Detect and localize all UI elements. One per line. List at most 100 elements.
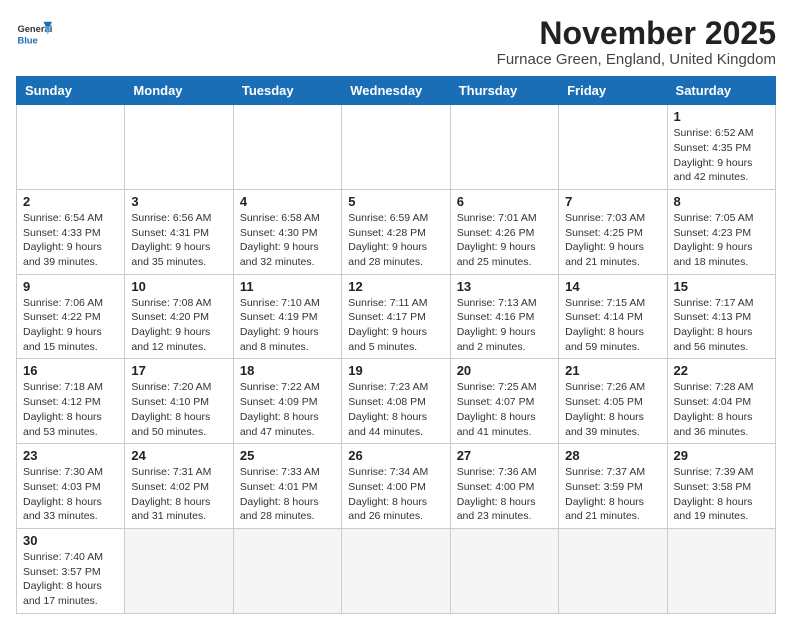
weekday-header-sunday: Sunday bbox=[17, 77, 125, 105]
day-info: Sunrise: 7:34 AM Sunset: 4:00 PM Dayligh… bbox=[348, 465, 443, 524]
calendar-cell: 22 Sunrise: 7:28 AM Sunset: 4:04 PM Dayli… bbox=[667, 359, 775, 444]
title-area: November 2025 Furnace Green, England, Un… bbox=[497, 16, 776, 68]
calendar-cell bbox=[559, 105, 667, 190]
day-number: 6 bbox=[457, 194, 552, 209]
calendar-cell bbox=[17, 105, 125, 190]
day-number: 2 bbox=[23, 194, 118, 209]
calendar-cell: 12 Sunrise: 7:11 AM Sunset: 4:17 PM Dayli… bbox=[342, 274, 450, 359]
day-number: 28 bbox=[565, 448, 660, 463]
day-info: Sunrise: 7:08 AM Sunset: 4:20 PM Dayligh… bbox=[131, 296, 226, 355]
day-info: Sunrise: 7:31 AM Sunset: 4:02 PM Dayligh… bbox=[131, 465, 226, 524]
day-info: Sunrise: 6:59 AM Sunset: 4:28 PM Dayligh… bbox=[348, 211, 443, 270]
calendar-cell bbox=[342, 528, 450, 613]
calendar-cell: 23 Sunrise: 7:30 AM Sunset: 4:03 PM Dayli… bbox=[17, 444, 125, 529]
day-number: 13 bbox=[457, 279, 552, 294]
day-number: 7 bbox=[565, 194, 660, 209]
day-number: 24 bbox=[131, 448, 226, 463]
calendar-cell: 26Sunrise: 7:34 AM Sunset: 4:00 PM Dayli… bbox=[342, 444, 450, 529]
weekday-header-row: SundayMondayTuesdayWednesdayThursdayFrid… bbox=[17, 77, 776, 105]
day-info: Sunrise: 7:11 AM Sunset: 4:17 PM Dayligh… bbox=[348, 296, 443, 355]
day-number: 3 bbox=[131, 194, 226, 209]
calendar-cell: 10 Sunrise: 7:08 AM Sunset: 4:20 PM Dayli… bbox=[125, 274, 233, 359]
day-number: 8 bbox=[674, 194, 769, 209]
day-info: Sunrise: 7:18 AM Sunset: 4:12 PM Dayligh… bbox=[23, 380, 118, 439]
calendar-week-row: 1 Sunrise: 6:52 AM Sunset: 4:35 PM Daylig… bbox=[17, 105, 776, 190]
calendar-week-row: 16 Sunrise: 7:18 AM Sunset: 4:12 PM Dayli… bbox=[17, 359, 776, 444]
day-number: 21 bbox=[565, 363, 660, 378]
location-subtitle: Furnace Green, England, United Kingdom bbox=[497, 51, 776, 68]
calendar-cell: 2 Sunrise: 6:54 AM Sunset: 4:33 PM Daylig… bbox=[17, 189, 125, 274]
day-info: Sunrise: 7:06 AM Sunset: 4:22 PM Dayligh… bbox=[23, 296, 118, 355]
day-info: Sunrise: 7:28 AM Sunset: 4:04 PM Dayligh… bbox=[674, 380, 769, 439]
day-info: Sunrise: 7:40 AM Sunset: 3:57 PM Dayligh… bbox=[23, 550, 118, 609]
calendar-cell bbox=[233, 528, 341, 613]
day-number: 12 bbox=[348, 279, 443, 294]
day-info: Sunrise: 7:03 AM Sunset: 4:25 PM Dayligh… bbox=[565, 211, 660, 270]
day-info: Sunrise: 7:05 AM Sunset: 4:23 PM Dayligh… bbox=[674, 211, 769, 270]
day-number: 16 bbox=[23, 363, 118, 378]
day-number: 29 bbox=[674, 448, 769, 463]
calendar-cell: 6 Sunrise: 7:01 AM Sunset: 4:26 PM Daylig… bbox=[450, 189, 558, 274]
day-number: 10 bbox=[131, 279, 226, 294]
day-number: 11 bbox=[240, 279, 335, 294]
calendar-cell: 21 Sunrise: 7:26 AM Sunset: 4:05 PM Dayli… bbox=[559, 359, 667, 444]
calendar-cell bbox=[125, 528, 233, 613]
calendar-cell: 14 Sunrise: 7:15 AM Sunset: 4:14 PM Dayli… bbox=[559, 274, 667, 359]
calendar-cell: 25Sunrise: 7:33 AM Sunset: 4:01 PM Dayli… bbox=[233, 444, 341, 529]
calendar-cell: 5 Sunrise: 6:59 AM Sunset: 4:28 PM Daylig… bbox=[342, 189, 450, 274]
day-info: Sunrise: 7:10 AM Sunset: 4:19 PM Dayligh… bbox=[240, 296, 335, 355]
calendar-week-row: 30 Sunrise: 7:40 AM Sunset: 3:57 PM Dayli… bbox=[17, 528, 776, 613]
day-info: Sunrise: 7:25 AM Sunset: 4:07 PM Dayligh… bbox=[457, 380, 552, 439]
weekday-header-wednesday: Wednesday bbox=[342, 77, 450, 105]
weekday-header-saturday: Saturday bbox=[667, 77, 775, 105]
day-info: Sunrise: 7:01 AM Sunset: 4:26 PM Dayligh… bbox=[457, 211, 552, 270]
month-year-title: November 2025 bbox=[497, 16, 776, 51]
calendar-cell: 29 Sunrise: 7:39 AM Sunset: 3:58 PM Dayli… bbox=[667, 444, 775, 529]
day-number: 5 bbox=[348, 194, 443, 209]
day-info: Sunrise: 7:20 AM Sunset: 4:10 PM Dayligh… bbox=[131, 380, 226, 439]
day-info: Sunrise: 7:36 AM Sunset: 4:00 PM Dayligh… bbox=[457, 465, 552, 524]
calendar-cell: 17 Sunrise: 7:20 AM Sunset: 4:10 PM Dayli… bbox=[125, 359, 233, 444]
calendar-cell: 3Sunrise: 6:56 AM Sunset: 4:31 PM Daylig… bbox=[125, 189, 233, 274]
day-info: Sunrise: 7:15 AM Sunset: 4:14 PM Dayligh… bbox=[565, 296, 660, 355]
calendar-cell: 9 Sunrise: 7:06 AM Sunset: 4:22 PM Daylig… bbox=[17, 274, 125, 359]
calendar-cell: 4 Sunrise: 6:58 AM Sunset: 4:30 PM Daylig… bbox=[233, 189, 341, 274]
calendar-week-row: 2 Sunrise: 6:54 AM Sunset: 4:33 PM Daylig… bbox=[17, 189, 776, 274]
header: General Blue November 2025 Furnace Green… bbox=[16, 16, 776, 68]
day-number: 23 bbox=[23, 448, 118, 463]
day-number: 22 bbox=[674, 363, 769, 378]
calendar-cell: 15Sunrise: 7:17 AM Sunset: 4:13 PM Dayli… bbox=[667, 274, 775, 359]
calendar-week-row: 9 Sunrise: 7:06 AM Sunset: 4:22 PM Daylig… bbox=[17, 274, 776, 359]
calendar-cell: 8 Sunrise: 7:05 AM Sunset: 4:23 PM Daylig… bbox=[667, 189, 775, 274]
day-number: 4 bbox=[240, 194, 335, 209]
calendar-cell: 11 Sunrise: 7:10 AM Sunset: 4:19 PM Dayli… bbox=[233, 274, 341, 359]
calendar-cell: 24 Sunrise: 7:31 AM Sunset: 4:02 PM Dayli… bbox=[125, 444, 233, 529]
calendar-cell: 19Sunrise: 7:23 AM Sunset: 4:08 PM Dayli… bbox=[342, 359, 450, 444]
day-number: 30 bbox=[23, 533, 118, 548]
day-number: 17 bbox=[131, 363, 226, 378]
weekday-header-thursday: Thursday bbox=[450, 77, 558, 105]
calendar-cell bbox=[450, 105, 558, 190]
day-info: Sunrise: 6:52 AM Sunset: 4:35 PM Dayligh… bbox=[674, 126, 769, 185]
logo-icon: General Blue bbox=[16, 16, 52, 52]
calendar-cell: 27Sunrise: 7:36 AM Sunset: 4:00 PM Dayli… bbox=[450, 444, 558, 529]
weekday-header-tuesday: Tuesday bbox=[233, 77, 341, 105]
calendar-cell: 16 Sunrise: 7:18 AM Sunset: 4:12 PM Dayli… bbox=[17, 359, 125, 444]
day-number: 9 bbox=[23, 279, 118, 294]
day-number: 20 bbox=[457, 363, 552, 378]
day-number: 1 bbox=[674, 109, 769, 124]
day-info: Sunrise: 6:54 AM Sunset: 4:33 PM Dayligh… bbox=[23, 211, 118, 270]
day-number: 14 bbox=[565, 279, 660, 294]
day-info: Sunrise: 7:23 AM Sunset: 4:08 PM Dayligh… bbox=[348, 380, 443, 439]
day-info: Sunrise: 7:30 AM Sunset: 4:03 PM Dayligh… bbox=[23, 465, 118, 524]
calendar-cell: 18Sunrise: 7:22 AM Sunset: 4:09 PM Dayli… bbox=[233, 359, 341, 444]
day-info: Sunrise: 7:13 AM Sunset: 4:16 PM Dayligh… bbox=[457, 296, 552, 355]
day-info: Sunrise: 7:26 AM Sunset: 4:05 PM Dayligh… bbox=[565, 380, 660, 439]
calendar-cell: 1 Sunrise: 6:52 AM Sunset: 4:35 PM Daylig… bbox=[667, 105, 775, 190]
calendar-cell: 7 Sunrise: 7:03 AM Sunset: 4:25 PM Daylig… bbox=[559, 189, 667, 274]
calendar-cell: 20 Sunrise: 7:25 AM Sunset: 4:07 PM Dayli… bbox=[450, 359, 558, 444]
calendar-cell bbox=[342, 105, 450, 190]
day-info: Sunrise: 6:58 AM Sunset: 4:30 PM Dayligh… bbox=[240, 211, 335, 270]
day-info: Sunrise: 7:39 AM Sunset: 3:58 PM Dayligh… bbox=[674, 465, 769, 524]
calendar-cell bbox=[233, 105, 341, 190]
